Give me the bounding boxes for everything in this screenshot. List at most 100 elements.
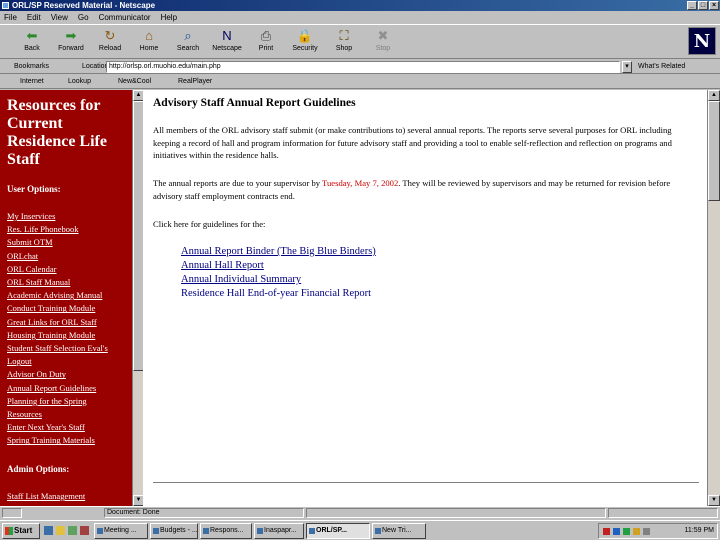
sidebar-scrollbar[interactable]: ▲ ▼ [132, 90, 144, 506]
menu-edit[interactable]: Edit [27, 13, 41, 22]
taskbar-task-button[interactable]: Inaspapr... [254, 523, 304, 539]
sidebar-link[interactable]: Res. Life Phonebook [7, 223, 108, 236]
sidebar-heading: Resources for Current Residence Life Sta… [7, 97, 107, 168]
report-links: Annual Report Binder (The Big Blue Binde… [181, 245, 376, 301]
toolbar-stop-button[interactable]: ✖ Stop [365, 27, 401, 59]
stop-icon: ✖ [377, 28, 389, 43]
sidebar-link[interactable]: Spring Training Materials [7, 434, 108, 447]
taskbar-task-button[interactable]: Budgets - ... [150, 523, 198, 539]
tray-antivirus-icon[interactable] [623, 528, 630, 535]
maximize-button[interactable]: □ [698, 1, 708, 10]
window-controls: _ □ × [687, 1, 719, 10]
toolbar-button-label: Security [292, 45, 318, 52]
personal-link-lookup[interactable]: Lookup [68, 76, 91, 88]
main-scrollbar[interactable]: ▲ ▼ [707, 90, 720, 506]
url-dropdown-icon[interactable]: ▾ [622, 61, 632, 73]
sidebar-link[interactable]: Resources [7, 408, 108, 421]
tray-util-icon[interactable] [643, 528, 650, 535]
toolbar-back-button[interactable]: ⬅ Back [14, 27, 50, 59]
menu-communicator[interactable]: Communicator [99, 13, 151, 22]
due-text-before: The annual reports are due to your super… [153, 178, 323, 188]
security-status-icon[interactable] [2, 508, 22, 518]
sidebar-link[interactable]: ORL Staff Manual [7, 276, 108, 289]
sidebar-link[interactable]: Housing Training Module [7, 329, 108, 342]
sidebar-link[interactable]: ORL Calendar [7, 263, 108, 276]
sidebar-link[interactable]: Great Links for ORL Staff [7, 316, 108, 329]
whats-related-button[interactable]: What's Related [638, 61, 685, 73]
quick-launch-outlook-icon[interactable] [68, 526, 77, 535]
report-link-individual[interactable]: Annual Individual Summary [181, 274, 301, 285]
status-text: Document: Done [104, 508, 304, 518]
main-scroll-down-icon[interactable]: ▼ [708, 495, 720, 506]
taskbar-task-button[interactable]: Meeting ... [94, 523, 148, 539]
sidebar-link[interactable]: Student Staff Selection Eval's [7, 342, 108, 355]
sidebar-link[interactable]: Enter Next Year's Staff [7, 421, 108, 434]
lock-icon: 🔒 [296, 28, 314, 43]
menu-file[interactable]: File [4, 13, 17, 22]
menu-go[interactable]: Go [78, 13, 89, 22]
taskbar-task-button[interactable]: Respons... [200, 523, 252, 539]
menu-view[interactable]: View [51, 13, 68, 22]
taskbar-task-button[interactable]: ORL/SP... [306, 523, 370, 539]
sidebar-link[interactable]: Advisor On Duty [7, 368, 108, 381]
tray-app-icon[interactable] [603, 528, 610, 535]
toolbar-reload-button[interactable]: ↻ Reload [92, 27, 128, 59]
sidebar-link[interactable]: Submit OTM [7, 236, 108, 249]
home-icon: ⌂ [145, 28, 153, 43]
quick-launch-desktop-icon[interactable] [56, 526, 65, 535]
task-app-icon [203, 528, 209, 534]
menu-help[interactable]: Help [161, 13, 177, 22]
bookmarks-button[interactable]: Bookmarks [14, 61, 49, 73]
back-arrow-icon: ⬅ [26, 28, 38, 43]
task-app-icon [153, 528, 159, 534]
due-date-paragraph: The annual reports are due to your super… [153, 177, 693, 202]
sidebar-link[interactable]: ORLchat [7, 250, 108, 263]
print-icon: ⎙ [260, 28, 272, 43]
close-button[interactable]: × [709, 1, 719, 10]
click-here-text: Click here for guidelines for the: [153, 219, 266, 229]
personal-link-newcool[interactable]: New&Cool [118, 76, 151, 88]
sidebar-link[interactable]: My Inservices [7, 210, 108, 223]
url-field[interactable]: http://orlsp.orl.muohio.edu/main.php [106, 61, 620, 73]
personal-link-internet[interactable]: Internet [20, 76, 44, 88]
menu-bar: File Edit View Go Communicator Help [0, 11, 720, 24]
sidebar-link[interactable]: Logout [7, 355, 108, 368]
main-scroll-up-icon[interactable]: ▲ [708, 90, 720, 101]
toolbar-button-label: Shop [335, 45, 353, 52]
report-link-binder[interactable]: Annual Report Binder (The Big Blue Binde… [181, 246, 376, 257]
toolbar-search-button[interactable]: ⌕ Search [170, 27, 206, 59]
toolbar-print-button[interactable]: ⎙ Print [248, 27, 284, 59]
toolbar-home-button[interactable]: ⌂ Home [131, 27, 167, 59]
minimize-button[interactable]: _ [687, 1, 697, 10]
netscape-logo-icon[interactable]: N [688, 27, 716, 55]
personal-link-realplayer[interactable]: RealPlayer [178, 76, 212, 88]
toolbar-forward-button[interactable]: ➡ Forward [53, 27, 89, 59]
task-app-icon [375, 528, 381, 534]
quick-launch-ie-icon[interactable] [44, 526, 53, 535]
start-button[interactable]: Start [2, 523, 40, 539]
report-link-hall[interactable]: Annual Hall Report [181, 260, 264, 271]
tray-network-icon[interactable] [613, 528, 620, 535]
task-label: Inaspapr... [264, 527, 297, 534]
task-label: ORL/SP... [316, 527, 347, 534]
taskbar-clock[interactable]: 11:59 PM [685, 524, 714, 538]
sidebar-link[interactable]: Conduct Training Module [7, 302, 108, 315]
toolbar-shop-button[interactable]: ⛶ Shop [326, 27, 362, 59]
due-date: Tuesday, May 7, 2002 [322, 178, 399, 188]
intro-paragraph: All members of the ORL advisory staff su… [153, 125, 672, 160]
main-scrollbar-thumb[interactable] [708, 101, 720, 201]
quick-launch-app-icon[interactable] [80, 526, 89, 535]
sidebar-link[interactable]: Annual Report Guidelines [7, 382, 108, 395]
taskbar-task-button[interactable]: New Tri... [372, 523, 426, 539]
netscape-icon: N [222, 28, 232, 43]
sidebar-item-staff-list-management[interactable]: Staff List Management [7, 490, 85, 503]
toolbar-button-label: Forward [58, 45, 84, 52]
toolbar-security-button[interactable]: 🔒 Security [287, 27, 323, 59]
toolbar-netscape-button[interactable]: N Netscape [209, 27, 245, 59]
user-options-label: User Options: [7, 184, 61, 194]
tray-speaker-icon[interactable] [633, 528, 640, 535]
window-title-bar[interactable]: ORL/SP Reserved Material - Netscape _ □ … [0, 0, 720, 11]
sidebar-link[interactable]: Planning for the Spring [7, 395, 108, 408]
sidebar-link[interactable]: Academic Advising Manual [7, 289, 108, 302]
task-app-icon [97, 528, 103, 534]
